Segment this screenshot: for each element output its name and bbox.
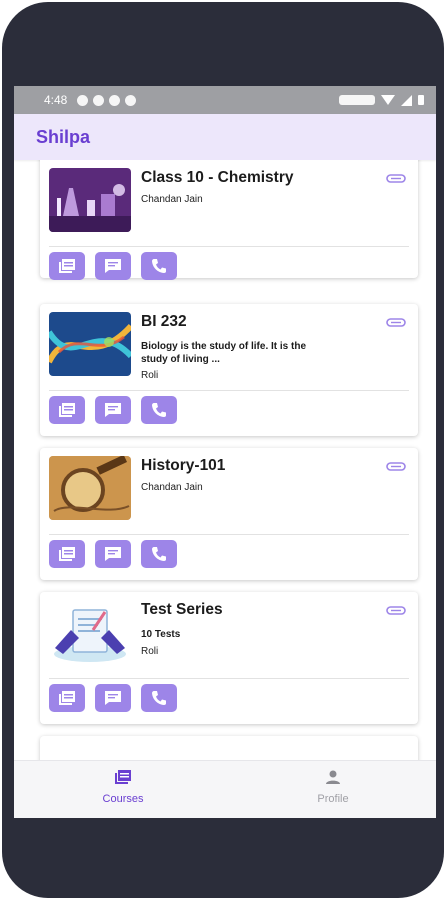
phone-icon: [152, 259, 166, 273]
card-divider: [49, 678, 409, 679]
chemistry-lab-image: [49, 168, 131, 232]
course-card[interactable]: BI 232 Biology is the study of life. It …: [40, 304, 418, 436]
wifi-icon: [381, 95, 395, 105]
card-actions: [49, 396, 177, 424]
app-screen: 4:48 Shilpa Class 10 - Chemistry Chandan…: [14, 86, 436, 818]
course-card[interactable]: Test Series 10 Tests Roli: [40, 592, 418, 724]
whatsapp-notification-icon: [93, 94, 105, 106]
course-card-partial[interactable]: [40, 736, 418, 760]
paperclip-icon[interactable]: [386, 174, 406, 183]
course-card[interactable]: History-101 Chandan Jain: [40, 448, 418, 580]
notes-button[interactable]: [49, 684, 85, 712]
notes-icon: [59, 403, 75, 417]
course-description: 10 Tests: [141, 629, 181, 640]
course-card[interactable]: Class 10 - Chemistry Chandan Jain: [40, 160, 418, 280]
phone-icon: [152, 403, 166, 417]
course-title[interactable]: BI 232: [141, 313, 187, 331]
notes-button[interactable]: [49, 396, 85, 424]
card-actions: [49, 540, 177, 568]
call-button[interactable]: [141, 684, 177, 712]
chat-button[interactable]: [95, 252, 131, 280]
course-title[interactable]: History-101: [141, 457, 225, 475]
status-time: 4:48: [44, 93, 68, 107]
profile-icon: [326, 770, 340, 784]
chat-button[interactable]: [95, 684, 131, 712]
notes-button[interactable]: [49, 540, 85, 568]
chat-button[interactable]: [95, 396, 131, 424]
phone-frame: 4:48 Shilpa Class 10 - Chemistry Chandan…: [2, 2, 444, 898]
course-description: Biology is the study of life. It is the …: [141, 341, 307, 365]
paperclip-icon[interactable]: [386, 462, 406, 471]
paperclip-icon[interactable]: [386, 318, 406, 327]
battery-icon: [418, 95, 424, 105]
notes-icon: [59, 547, 75, 561]
course-title[interactable]: Class 10 - Chemistry: [141, 169, 294, 187]
call-button[interactable]: [141, 396, 177, 424]
page-title: Shilpa: [36, 126, 91, 147]
network-type-icon: [339, 95, 375, 105]
course-list[interactable]: Class 10 - Chemistry Chandan Jain BI 232…: [14, 160, 436, 760]
chat-icon: [105, 259, 121, 273]
course-title[interactable]: Test Series: [141, 601, 223, 619]
nav-label-courses: Courses: [102, 793, 144, 805]
test-clipboard-illustration: [49, 600, 131, 664]
notes-icon: [59, 259, 75, 273]
nav-tab-profile[interactable]: Profile: [288, 769, 378, 805]
notes-button[interactable]: [49, 252, 85, 280]
bottom-navigation: Courses Profile: [14, 760, 436, 818]
signal-icon: [401, 94, 412, 106]
course-teacher: Chandan Jain: [141, 482, 203, 493]
course-teacher: Chandan Jain: [141, 194, 203, 205]
phone-icon: [152, 547, 166, 561]
chat-icon: [105, 691, 121, 705]
course-teacher: Roli: [141, 370, 159, 381]
courses-icon: [115, 770, 131, 784]
message-notification-icon: [77, 94, 89, 106]
card-actions: [49, 252, 177, 280]
call-button[interactable]: [141, 540, 177, 568]
course-teacher: Roli: [141, 646, 159, 657]
magnifier-map-image: [49, 456, 131, 520]
status-right-icons: [339, 94, 424, 106]
card-divider: [49, 390, 409, 391]
dna-helix-image: [49, 312, 131, 376]
chat-icon: [105, 547, 121, 561]
chat-icon: [105, 403, 121, 417]
chat-button[interactable]: [95, 540, 131, 568]
app-bar: Shilpa: [14, 114, 436, 160]
phone-icon: [152, 691, 166, 705]
card-divider: [49, 246, 409, 247]
card-actions: [49, 684, 177, 712]
card-divider: [49, 534, 409, 535]
call-button[interactable]: [141, 252, 177, 280]
nav-label-profile: Profile: [317, 793, 349, 805]
status-bar: 4:48: [14, 86, 436, 114]
settings-notification-icon: [125, 94, 137, 106]
app-notification-icon: [109, 94, 121, 106]
paperclip-icon[interactable]: [386, 606, 406, 615]
nav-tab-courses[interactable]: Courses: [78, 769, 168, 805]
notes-icon: [59, 691, 75, 705]
